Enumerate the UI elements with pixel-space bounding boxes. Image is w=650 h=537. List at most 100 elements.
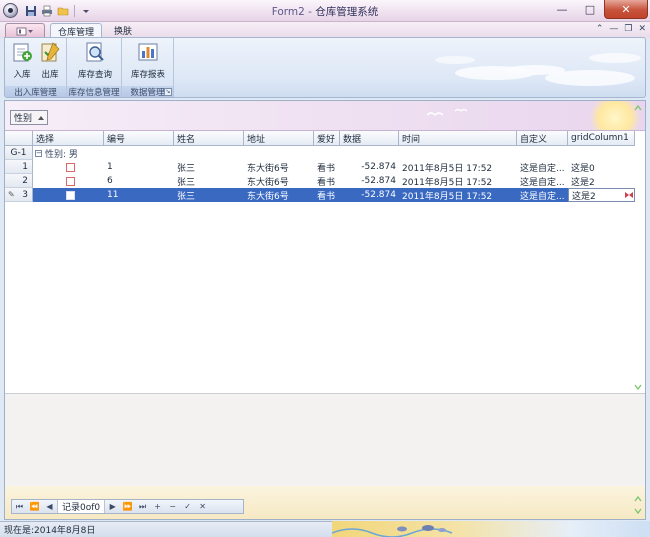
select-cell[interactable] (33, 174, 104, 188)
header-id[interactable]: 编号 (104, 131, 174, 146)
main-panel: 性别 选择 编号 姓名 地址 爱好 数据 时间 自定义 gridColumn1 … (4, 100, 646, 520)
minimize-icon[interactable]: — (548, 0, 576, 19)
tab-warehouse-management[interactable]: 仓库管理 (50, 23, 102, 38)
dialog-launcher-icon[interactable]: ↘ (164, 88, 172, 96)
stock-in-button[interactable]: 入库 (8, 40, 36, 84)
table-row[interactable]: 1 1 张三 东大街6号 看书 -52.874 2011年8月5日 17:52 … (5, 160, 635, 174)
address-cell[interactable]: 东大街6号 (244, 174, 314, 188)
hobby-cell[interactable]: 看书 (314, 188, 340, 202)
time-cell[interactable]: 2011年8月5日 17:52 (399, 160, 517, 174)
clouds-decoration (435, 53, 641, 86)
gridcolumn1-cell[interactable]: 这是0 (568, 160, 635, 174)
hobby-cell[interactable]: 看书 (314, 174, 340, 188)
custom-cell[interactable]: 这是自定... (517, 160, 568, 174)
stock-in-icon (13, 43, 32, 62)
header-hobby[interactable]: 爱好 (314, 131, 340, 146)
header-time[interactable]: 时间 (399, 131, 517, 146)
data-cell[interactable]: -52.874 (340, 160, 399, 174)
stock-out-label: 出库 (41, 70, 59, 80)
footer-scroll-buttons (633, 493, 643, 518)
app-menu-button[interactable] (5, 23, 45, 38)
tab-change-skin[interactable]: 换肤 (106, 23, 140, 38)
ribbon-panel: 入库 出库 出入库管理 库存查询 库存信息管理 库存报表 数据管理 ↘ (4, 37, 646, 98)
name-cell[interactable]: 张三 (174, 174, 244, 188)
nav-first-icon[interactable]: ⏮ (12, 502, 27, 512)
row-checkbox[interactable] (65, 190, 75, 200)
stock-out-button[interactable]: 出库 (36, 40, 64, 84)
data-cell[interactable]: -52.874 (340, 188, 399, 202)
name-cell[interactable]: 张三 (174, 160, 244, 174)
row-index: 3 (22, 189, 28, 200)
window-controls: — □ ✕ (548, 0, 648, 19)
table-row-selected[interactable]: ✎ 3 11 张三 东大街6号 看书 -52.874 2011年8月5日 17:… (5, 188, 635, 202)
gridcolumn1-editor-value: 这是2 (572, 191, 596, 202)
nav-prev-icon[interactable]: ◀ (42, 502, 57, 511)
header-select[interactable]: 选择 (33, 131, 104, 146)
grid-vertical-scrollbar[interactable] (633, 131, 643, 393)
group-row[interactable]: G-1 − 性别: 男 (5, 146, 635, 160)
nav-next-icon[interactable]: ▶ (105, 502, 120, 511)
custom-cell[interactable]: 这是自定... (517, 188, 568, 202)
nav-next-page-icon[interactable]: ⏩ (120, 502, 135, 511)
collapse-ribbon-icon[interactable]: ⌃ (596, 24, 604, 34)
select-cell[interactable] (33, 160, 104, 174)
hobby-cell[interactable]: 看书 (314, 160, 340, 174)
gridcolumn1-cell-editor[interactable]: 这是2 (568, 188, 635, 202)
header-custom[interactable]: 自定义 (517, 131, 568, 146)
group-inventory-info: 库存查询 库存信息管理 (67, 38, 122, 97)
ribbon-controls: ⌃ — ❐ ✕ (596, 24, 646, 34)
group-inout-label: 出入库管理 (5, 86, 66, 97)
row-indicator: 2 (5, 174, 33, 188)
nav-last-icon[interactable]: ⏭ (135, 502, 150, 512)
status-text: 现在是:2014年8月8日 (4, 526, 96, 536)
mdi-close-icon[interactable]: ✕ (638, 24, 646, 34)
nav-cancel-icon[interactable]: ✕ (195, 502, 210, 511)
select-cell[interactable] (33, 188, 104, 202)
data-cell[interactable]: -52.874 (340, 174, 399, 188)
inventory-report-button[interactable]: 库存报表 (126, 40, 170, 84)
row-indicator: ✎ 3 (5, 188, 33, 202)
row-checkbox[interactable] (65, 176, 75, 186)
nav-remove-icon[interactable]: − (165, 502, 180, 511)
id-cell[interactable]: 6 (104, 174, 174, 188)
inventory-report-label: 库存报表 (130, 70, 165, 80)
header-name[interactable]: 姓名 (174, 131, 244, 146)
mdi-restore-icon[interactable]: ❐ (624, 24, 632, 34)
nav-confirm-icon[interactable]: ✓ (180, 502, 195, 511)
nav-prev-page-icon[interactable]: ⏪ (27, 502, 42, 511)
id-cell[interactable]: 11 (104, 188, 174, 202)
id-cell[interactable]: 1 (104, 160, 174, 174)
scroll-up-top-icon[interactable] (634, 104, 642, 112)
maximize-icon[interactable]: □ (576, 0, 604, 19)
time-cell[interactable]: 2011年8月5日 17:52 (399, 174, 517, 188)
waves-fish-decoration (332, 525, 453, 537)
time-cell[interactable]: 2011年8月5日 17:52 (399, 188, 517, 202)
custom-cell[interactable]: 这是自定... (517, 174, 568, 188)
table-row[interactable]: 2 6 张三 东大街6号 看书 -52.874 2011年8月5日 17:52 … (5, 174, 635, 188)
name-cell[interactable]: 张三 (174, 188, 244, 202)
header-data[interactable]: 数据 (340, 131, 399, 146)
data-navigator: ⏮ ⏪ ◀ 记录0of0 ▶ ⏩ ⏭ + − ✓ ✕ (11, 499, 244, 514)
birds-decoration (426, 108, 468, 116)
collapse-group-icon[interactable]: − (35, 149, 42, 157)
address-cell[interactable]: 东大街6号 (244, 188, 314, 202)
group-inventory-info-label: 库存信息管理 (67, 86, 121, 98)
header-gridcolumn1[interactable]: gridColumn1 (568, 131, 635, 146)
header-address[interactable]: 地址 (244, 131, 314, 146)
mdi-minimize-icon[interactable]: — (609, 24, 618, 34)
sun-decoration (590, 101, 640, 130)
row-checkbox[interactable] (65, 162, 75, 172)
group-by-chip[interactable]: 性别 (10, 110, 48, 125)
status-bar-decoration (332, 521, 650, 537)
group-row-text: 性别: 男 (45, 149, 78, 160)
footer-scroll-down-icon[interactable] (634, 507, 642, 515)
address-cell[interactable]: 东大街6号 (244, 160, 314, 174)
ribbon-tab-row: 仓库管理 换肤 ⌃ — ❐ ✕ (0, 22, 650, 38)
group-by-field: 性别 (14, 114, 33, 124)
scroll-down-icon[interactable] (634, 383, 642, 391)
close-icon[interactable]: ✕ (604, 0, 648, 19)
nav-add-icon[interactable]: + (150, 502, 165, 511)
footer-scroll-up-icon[interactable] (634, 495, 642, 503)
inventory-query-button[interactable]: 库存查询 (71, 40, 119, 84)
gridcolumn1-cell[interactable]: 这是2 (568, 174, 635, 188)
